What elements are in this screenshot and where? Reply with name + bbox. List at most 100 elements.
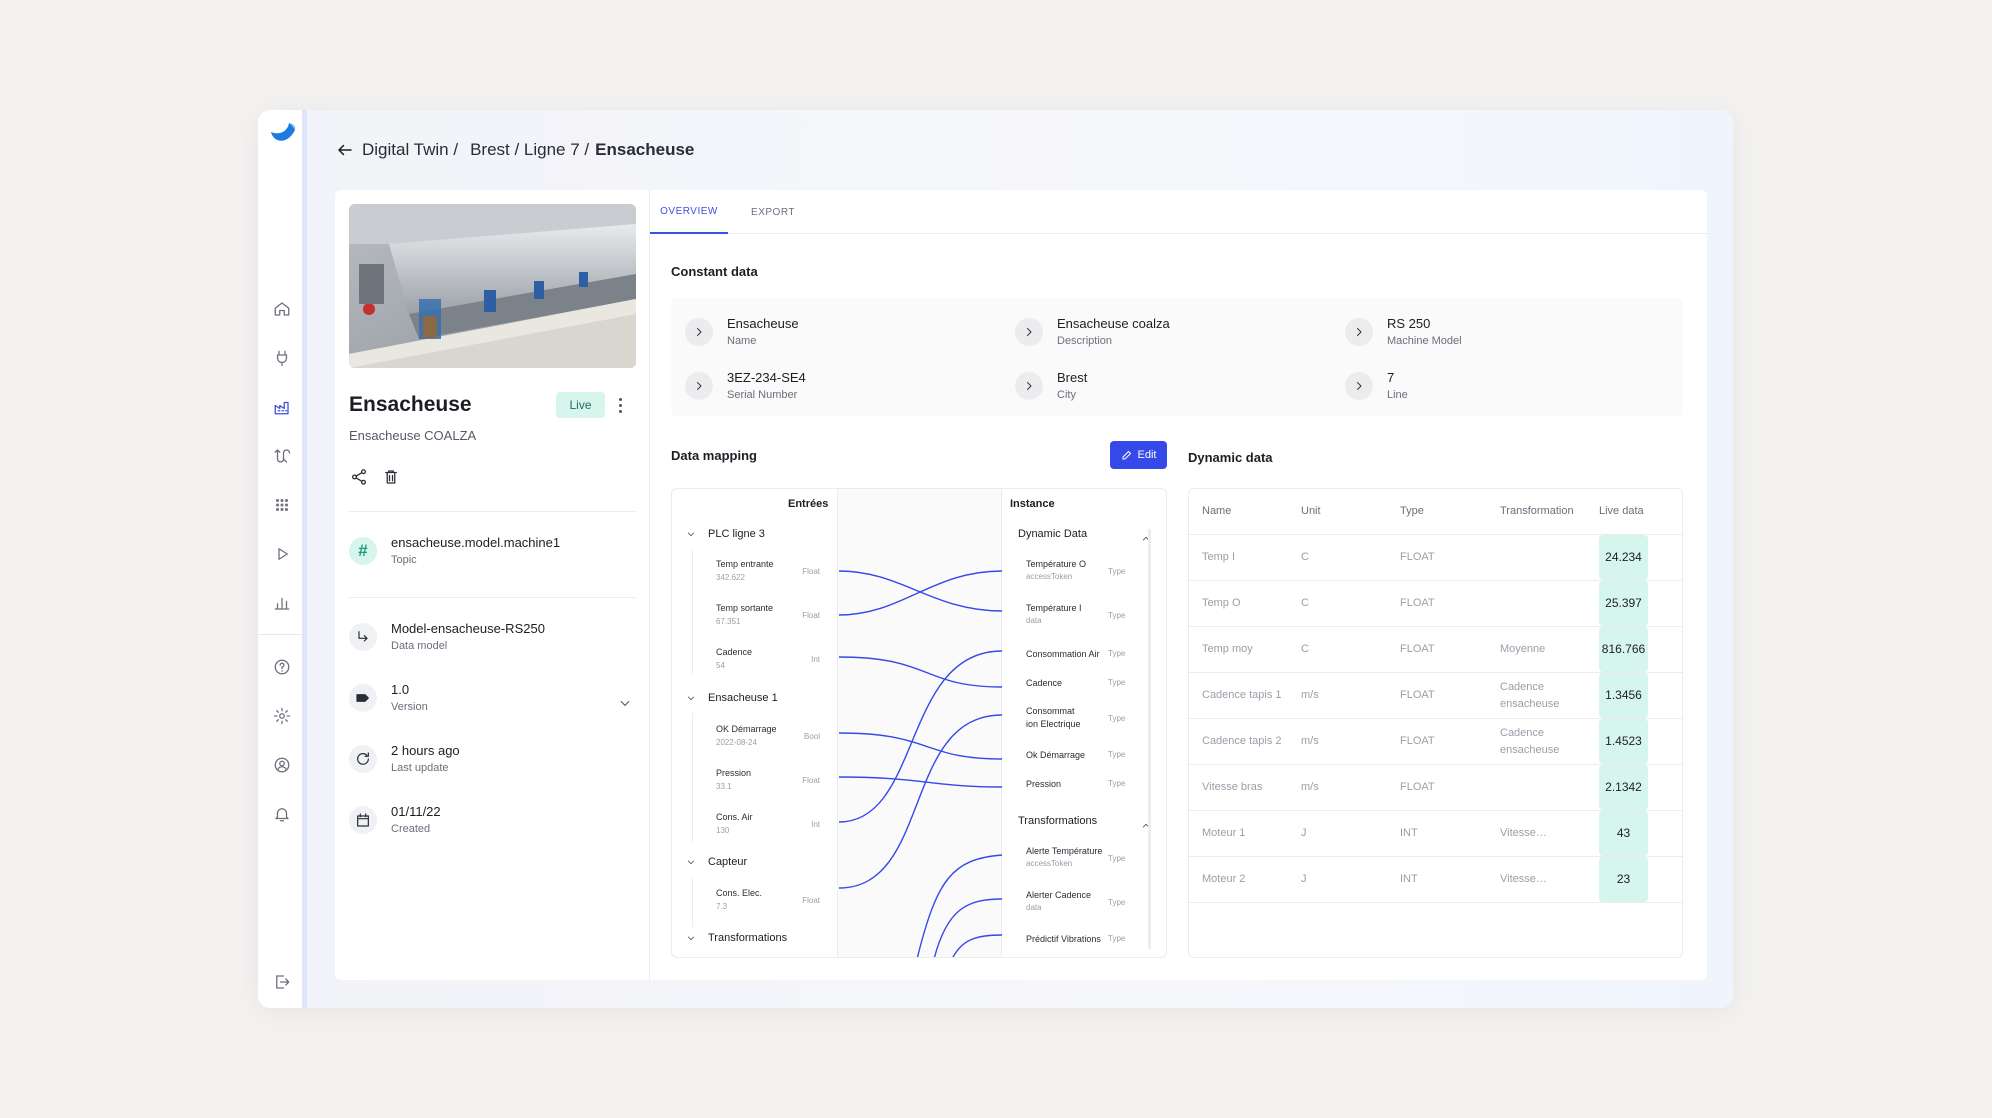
app-window: Digital Twin / Brest / Ligne 7 / Ensache… [258, 110, 1733, 1008]
bell-icon[interactable] [270, 802, 294, 826]
data-model-value: Model-ensacheuse-RS250 [391, 621, 545, 636]
data-mapping-title: Data mapping [671, 448, 757, 463]
dynamic-data-table: Name Unit Type Transformation Live data … [1188, 488, 1683, 958]
chevron-right-icon[interactable] [1015, 371, 1043, 400]
meta-data-model[interactable]: Model-ensacheuse-RS250 Data model [349, 621, 545, 652]
help-icon[interactable] [270, 655, 294, 679]
refresh-icon [349, 744, 377, 773]
mapping-link [838, 570, 1003, 616]
mapping-link [916, 854, 1003, 957]
table-row[interactable]: Moteur 1 J INT Vitesse… 43 [1189, 811, 1682, 857]
table-row[interactable]: Vitesse bras m/s FLOAT 2.1342 [1189, 765, 1682, 811]
constant-item: 3EZ-234-SE4 Serial Number [685, 370, 806, 401]
meta-version[interactable]: 1.0 Version [349, 682, 428, 713]
data-mapping-box: Entrées Instance PLC ligne 3 Temp entran… [671, 488, 1167, 958]
version-label: Version [391, 701, 428, 713]
chevron-right-icon[interactable] [1015, 317, 1043, 346]
machine-subtitle: Ensacheuse COALZA [349, 428, 477, 443]
hash-icon: # [349, 536, 377, 565]
chevron-right-icon[interactable] [685, 317, 713, 346]
constant-value: Ensacheuse coalza [1057, 316, 1170, 331]
settings-icon[interactable] [270, 704, 294, 728]
created-value: 01/11/22 [391, 804, 441, 819]
mapping-link [952, 934, 1003, 957]
constant-item: RS 250 Machine Model [1345, 316, 1462, 347]
tab-bar: OVERVIEW EXPORT [650, 190, 1707, 234]
calendar-icon [349, 805, 377, 834]
mapping-link [838, 656, 1003, 688]
mapping-link [838, 714, 1003, 889]
constant-data-box: Ensacheuse Name Ensacheuse coalza Descript… [671, 298, 1683, 416]
table-row[interactable]: Temp moy C FLOAT Moyenne 816.766 [1189, 627, 1682, 673]
topic-value: ensacheuse.model.machine1 [391, 535, 561, 550]
edit-button[interactable]: Edit [1110, 441, 1167, 469]
flow-icon[interactable] [270, 444, 294, 468]
breadcrumb-current: Ensacheuse [595, 140, 695, 159]
nav-rail [258, 110, 307, 1008]
app-logo-icon[interactable] [269, 120, 297, 148]
constant-value: RS 250 [1387, 316, 1431, 331]
more-options-icon[interactable] [615, 394, 625, 416]
meta-last-update: 2 hours ago Last update [349, 743, 460, 774]
logout-icon[interactable] [270, 970, 294, 994]
constant-label: Description [1057, 335, 1113, 347]
constant-value: Brest [1057, 370, 1088, 385]
constant-label: Serial Number [727, 389, 798, 401]
home-icon[interactable] [270, 297, 294, 321]
back-arrow-icon[interactable] [336, 140, 356, 160]
column-header: Type [1400, 505, 1424, 517]
last-update-value: 2 hours ago [391, 743, 460, 758]
rail-divider [258, 634, 302, 635]
constant-item: Ensacheuse Name [685, 316, 799, 347]
dynamic-data-title: Dynamic data [1188, 450, 1273, 465]
mapping-link [838, 732, 1003, 760]
status-badge: Live [556, 392, 605, 418]
version-value: 1.0 [391, 682, 410, 697]
tab-overview[interactable]: OVERVIEW [650, 190, 728, 234]
table-row[interactable]: Cadence tapis 2 m/s FLOAT Cadence ensacheus… [1189, 719, 1682, 765]
column-header: Name [1202, 505, 1232, 517]
account-icon[interactable] [270, 753, 294, 777]
pencil-icon [1122, 450, 1131, 460]
breadcrumb-root[interactable]: Digital Twin / [362, 140, 458, 160]
constant-label: Name [727, 335, 757, 347]
data-model-label: Data model [391, 640, 448, 652]
plug-icon[interactable] [270, 346, 294, 370]
mapping-link [838, 776, 1003, 788]
table-row[interactable]: Temp I C FLOAT 24.234 [1189, 535, 1682, 581]
chevron-down-icon[interactable] [618, 696, 632, 710]
column-header: Transformation [1500, 505, 1574, 517]
factory-icon[interactable] [270, 395, 294, 419]
breadcrumb: Digital Twin / Brest / Ligne 7 / Ensache… [336, 140, 694, 160]
mapping-links [838, 570, 1003, 957]
mapping-link [838, 570, 1003, 612]
table-row[interactable]: Cadence tapis 1 m/s FLOAT Cadence ensacheus… [1189, 673, 1682, 719]
constant-value: 7 [1387, 370, 1395, 385]
chevron-right-icon[interactable] [685, 371, 713, 400]
chevron-right-icon[interactable] [1345, 371, 1373, 400]
constant-label: City [1057, 389, 1076, 401]
delete-icon[interactable] [381, 467, 401, 487]
bar-chart-icon[interactable] [270, 591, 294, 615]
machine-actions [349, 467, 401, 487]
table-header: Name Unit Type Transformation Live data [1189, 489, 1682, 535]
meta-created: 01/11/22 Created [349, 804, 441, 835]
column-header: Live data [1599, 505, 1644, 517]
breadcrumb-path[interactable]: Brest / Ligne 7 / [470, 140, 589, 160]
apps-grid-icon[interactable] [270, 493, 294, 517]
constant-value: 3EZ-234-SE4 [727, 370, 806, 385]
tag-icon [349, 683, 377, 712]
chevron-right-icon[interactable] [1345, 317, 1373, 346]
constant-label: Line [1387, 389, 1408, 401]
play-icon[interactable] [270, 542, 294, 566]
constant-label: Machine Model [1387, 335, 1462, 347]
constant-item: 7 Line [1345, 370, 1408, 401]
tab-export[interactable]: EXPORT [728, 190, 818, 234]
share-icon[interactable] [349, 467, 369, 487]
column-header: Unit [1301, 505, 1321, 517]
table-row[interactable]: Temp O C FLOAT 25.397 [1189, 581, 1682, 627]
machine-name: Ensacheuse [349, 393, 472, 416]
table-row[interactable]: Moteur 2 J INT Vitesse… 23 [1189, 857, 1682, 903]
machine-info-column: Ensacheuse Live Ensacheuse COALZA # ensa… [335, 190, 650, 980]
constant-item: Ensacheuse coalza Description [1015, 316, 1170, 347]
